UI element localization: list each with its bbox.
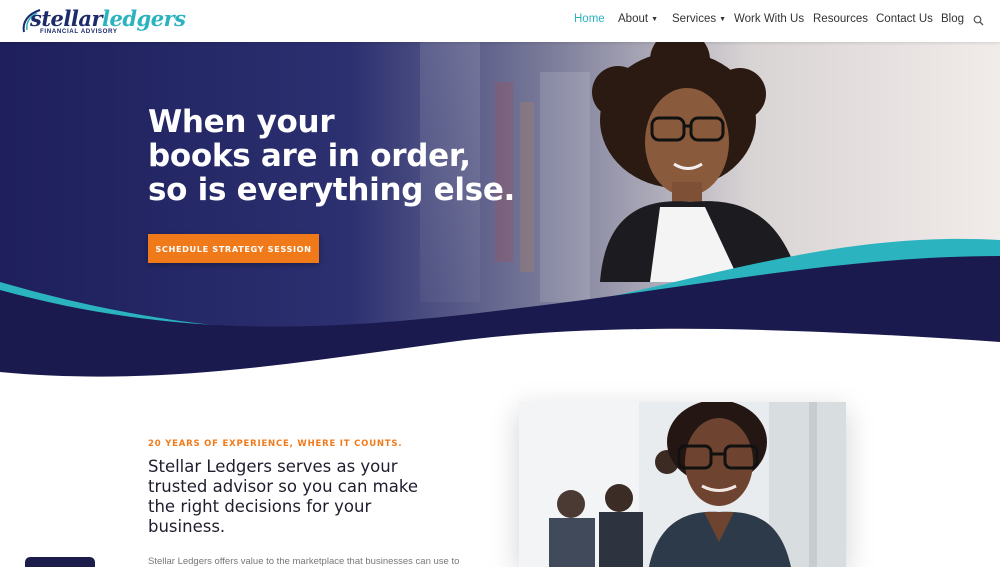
nav-home[interactable]: Home: [574, 13, 605, 25]
nav-contact-us[interactable]: Contact Us: [876, 13, 933, 25]
chevron-down-icon: ▼: [651, 16, 658, 23]
hero-background: [0, 42, 1000, 387]
subhead-line-2: trusted advisor so you can make: [148, 477, 418, 496]
schedule-strategy-session-button[interactable]: SCHEDULE STRATEGY SESSION: [148, 234, 319, 263]
chevron-down-icon: ▼: [719, 16, 727, 23]
hero-section: When your books are in order, so is ever…: [0, 42, 1000, 387]
headline-line-1: When your: [148, 104, 335, 140]
section-kicker: 20 YEARS OF EXPERIENCE, WHERE IT COUNTS.: [148, 439, 403, 449]
subhead-line-1: Stellar Ledgers serves as your: [148, 457, 398, 476]
nav-about-label: About: [618, 13, 649, 25]
office-photo-illustration: [519, 402, 846, 567]
nav-services[interactable]: Services ▼: [672, 13, 726, 25]
nav-resources[interactable]: Resources: [813, 13, 868, 25]
section-subhead: Stellar Ledgers serves as your trusted a…: [148, 457, 448, 537]
advisor-photo: [519, 402, 846, 567]
search-icon[interactable]: [973, 15, 984, 26]
hero-headline: When your books are in order, so is ever…: [148, 105, 568, 207]
nav-about[interactable]: About ▼: [618, 13, 658, 25]
nav-blog[interactable]: Blog: [941, 13, 964, 25]
subhead-line-4: business.: [148, 517, 226, 536]
logo-tagline: FINANCIAL ADVISORY: [40, 28, 118, 35]
intro-body-text: Stellar Ledgers offers value to the mark…: [148, 556, 460, 567]
headline-line-3: so is everything else.: [148, 172, 516, 208]
headline-line-2: books are in order,: [148, 138, 471, 174]
nav-work-with-us[interactable]: Work With Us: [734, 13, 804, 25]
site-logo[interactable]: stellarledgers FINANCIAL ADVISORY: [20, 6, 186, 38]
chat-widget-tab[interactable]: [25, 557, 95, 567]
subhead-line-3: the right decisions for your: [148, 497, 372, 516]
nav-services-label: Services: [672, 13, 717, 25]
site-header: stellarledgers FINANCIAL ADVISORY Home A…: [0, 0, 1000, 42]
